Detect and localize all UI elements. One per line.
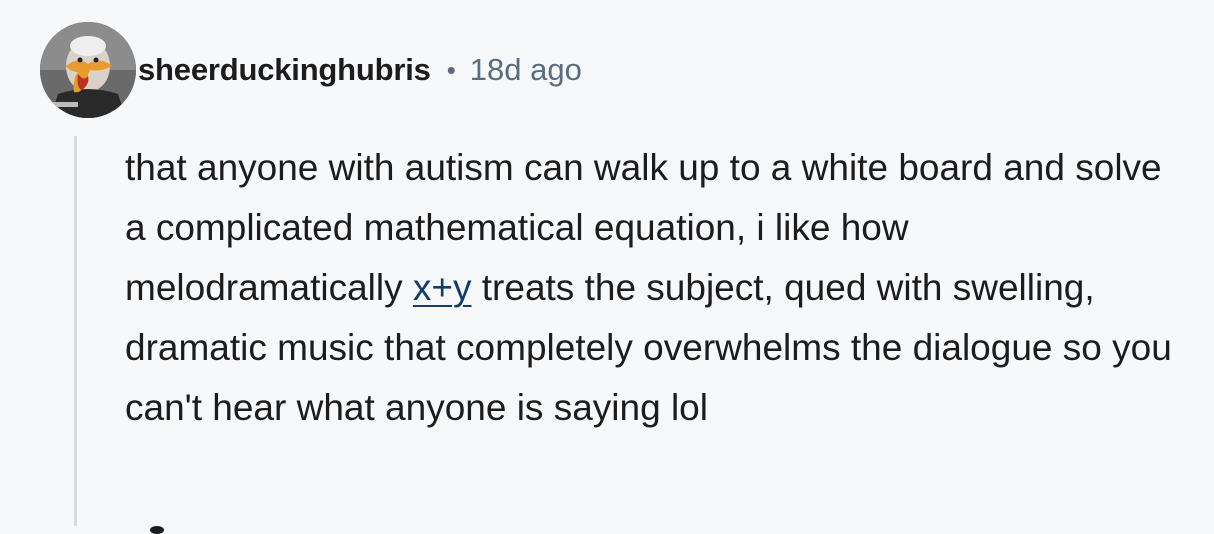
user-avatar[interactable] (40, 22, 136, 118)
timestamp[interactable]: 18d ago (470, 52, 582, 88)
thread-collapse-line[interactable] (74, 136, 77, 526)
duck-avatar-icon (40, 22, 136, 118)
separator-dot: • (446, 54, 456, 85)
username-link[interactable]: sheerduckinghubris (138, 52, 431, 88)
comment-body: that anyone with autism can walk up to a… (125, 138, 1185, 438)
comment-meta: sheerduckinghubris • 18d ago (138, 48, 582, 92)
comment-text: that anyone with autism can walk up to a… (125, 138, 1185, 438)
comment: sheerduckinghubris • 18d ago that anyone… (0, 0, 1214, 534)
inline-link[interactable]: x+y (413, 267, 472, 308)
next-comment-hint (150, 526, 164, 534)
